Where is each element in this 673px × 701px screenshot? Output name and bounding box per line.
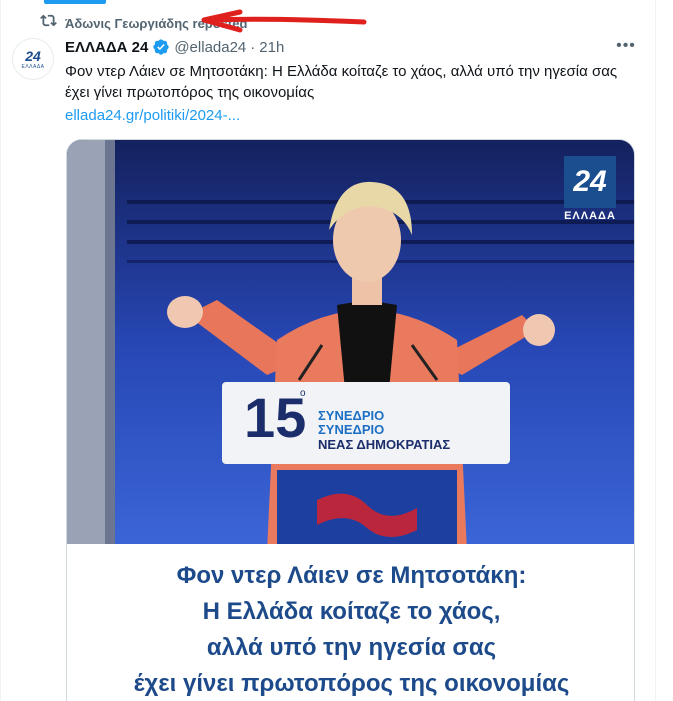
podium-line-1: ΣΥΝΕΔΡΙΟ xyxy=(318,408,385,423)
photo-illustration xyxy=(67,140,634,551)
avatar[interactable]: 24 ΕΛΛΑΔΑ xyxy=(12,38,54,80)
tweet-text: Φον ντερ Λάιεν σε Μητσοτάκη: Η Ελλάδα κο… xyxy=(65,63,618,101)
podium-sign: 15 ο ΣΥΝΕΔΡΙΟ ΣΥΝΕΔΡΙΟ ΝΕΑΣ ΔΗΜΟΚΡΑΤΙΑΣ xyxy=(222,382,510,464)
congress-superscript: ο xyxy=(300,388,306,399)
image-caption: Φον ντερ Λάιεν σε Μητσοτάκη: Η Ελλάδα κο… xyxy=(67,544,634,701)
active-tab-indicator xyxy=(44,0,106,4)
ellada24-logo: 24 ΕΛΛΑΔΑ xyxy=(564,156,620,230)
media-card[interactable]: 24 ΕΛΛΑΔΑ 15 ο ΣΥΝΕΔΡΙΟ ΣΥΝΕΔΡΙΟ ΝΕΑΣ ΔΗ… xyxy=(66,139,635,701)
author-name[interactable]: ΕΛΛΑΔΑ 24 xyxy=(65,39,148,56)
caption-line-2: Η Ελλάδα κοίταζε το χάος, xyxy=(202,598,501,625)
repost-context[interactable]: Άδωνις Γεωργιάδης reposted xyxy=(40,14,247,32)
caption-line-4: έχει γίνει πρωτοπόρος της οικονομίας xyxy=(133,670,570,697)
congress-number: 15 xyxy=(244,386,307,449)
podium-line-3: ΝΕΑΣ ΔΗΜΟΚΡΑΤΙΑΣ xyxy=(318,437,451,452)
logo-label: ΕΛΛΑΔΑ xyxy=(564,210,616,222)
left-border xyxy=(0,0,1,701)
verified-badge-icon[interactable] xyxy=(152,38,170,56)
avatar-logo-label: ΕΛΛΑΔΑ xyxy=(21,63,45,70)
tweet-timestamp[interactable]: 21h xyxy=(259,39,284,56)
avatar-logo-number: 24 xyxy=(25,47,41,64)
news-photo: 24 ΕΛΛΑΔΑ 15 ο ΣΥΝΕΔΡΙΟ ΣΥΝΕΔΡΙΟ ΝΕΑΣ ΔΗ… xyxy=(67,140,634,551)
logo-number: 24 xyxy=(564,156,616,208)
repost-label[interactable]: Άδωνις Γεωργιάδης reposted xyxy=(65,16,247,31)
caption-line-3: αλλά υπό την ηγεσία σας xyxy=(206,634,497,661)
caption-line-1: Φον ντερ Λάιεν σε Μητσοτάκη: xyxy=(176,562,527,589)
tweet-link[interactable]: ellada24.gr/politiki/2024-... xyxy=(65,105,240,126)
podium-line-2: ΣΥΝΕΔΡΙΟ xyxy=(318,422,385,437)
tweet-header: ΕΛΛΑΔΑ 24 @ellada24 · 21h xyxy=(65,37,284,57)
separator-dot: · xyxy=(250,38,256,56)
right-border xyxy=(655,0,656,701)
repost-icon xyxy=(40,12,57,34)
more-options-icon[interactable]: ••• xyxy=(616,36,636,56)
author-handle[interactable]: @ellada24 xyxy=(174,39,246,56)
